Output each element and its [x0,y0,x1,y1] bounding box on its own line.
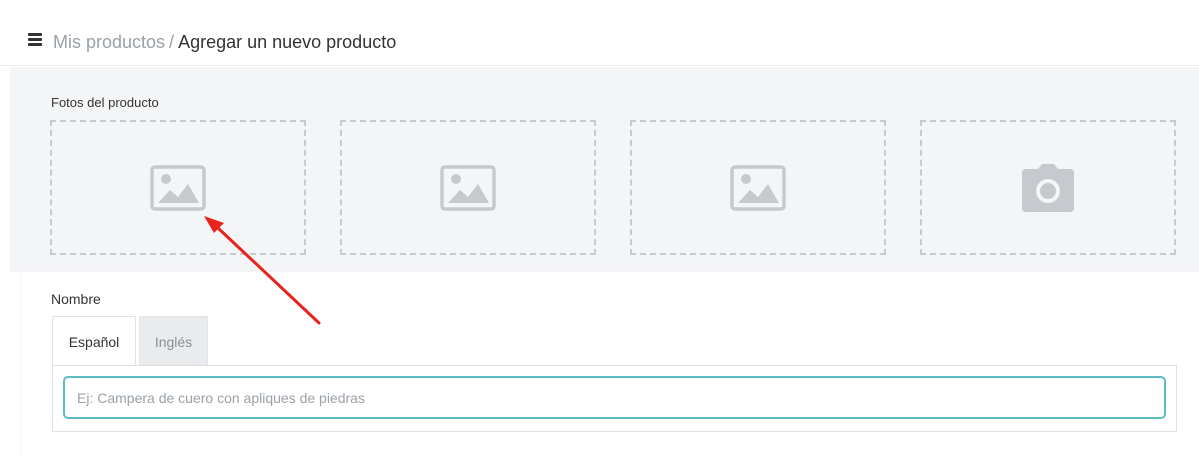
breadcrumb-separator: / [169,32,175,52]
name-label: Nombre [51,291,101,307]
photo-slot-1[interactable] [50,120,306,255]
image-icon [150,164,206,211]
photo-slot-2[interactable] [340,120,596,255]
page-header: Mis productos / Agregar un nuevo producto [0,0,1199,66]
product-name-input[interactable] [63,376,1166,419]
camera-icon [1022,163,1074,212]
menu-icon[interactable] [28,33,42,46]
breadcrumb-link-mis-productos[interactable]: Mis productos [53,32,165,52]
photo-slot-camera[interactable] [920,120,1176,255]
tab-espanol[interactable]: Español [52,316,136,366]
breadcrumb: Mis productos / Agregar un nuevo producto [53,30,396,54]
tab-ingles[interactable]: Inglés [139,316,208,366]
photos-label: Fotos del producto [51,95,159,110]
image-icon [440,164,496,211]
breadcrumb-current: Agregar un nuevo producto [178,32,397,52]
photo-slot-3[interactable] [630,120,886,255]
image-icon [730,164,786,211]
